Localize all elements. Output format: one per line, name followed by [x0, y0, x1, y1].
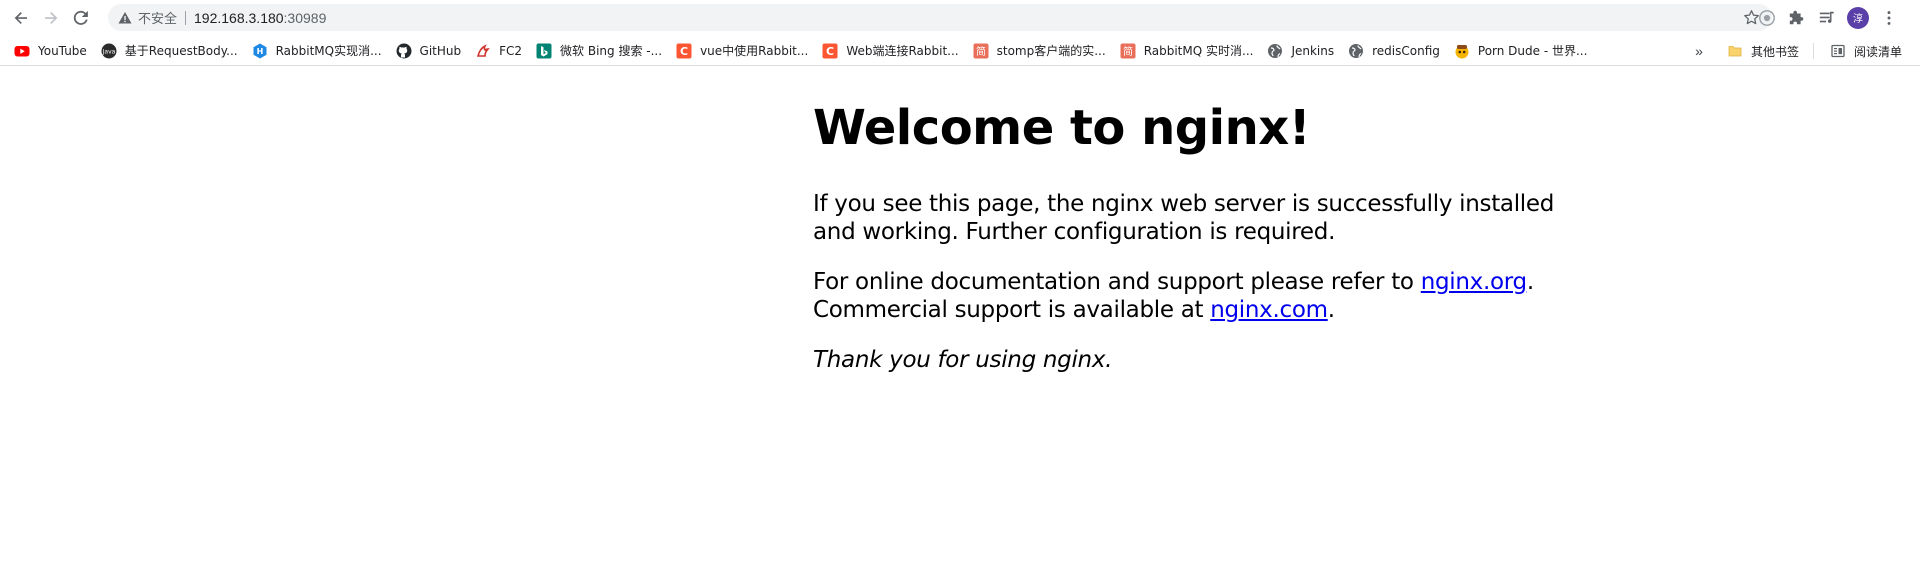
- bookmark-jenkins[interactable]: Jenkins: [1261, 39, 1340, 63]
- address-bar[interactable]: 不安全 192.168.3.180:30989: [108, 4, 1772, 31]
- svg-text:C: C: [680, 45, 688, 58]
- nginx-com-link[interactable]: nginx.com: [1210, 297, 1328, 323]
- bookmark-label: Porn Dude - 世界...: [1477, 44, 1588, 58]
- extension-badge-icon[interactable]: [1757, 8, 1777, 28]
- bookmark-label: Jenkins: [1291, 43, 1335, 58]
- media-queue-icon[interactable]: [1817, 8, 1837, 28]
- porndude-icon: [1454, 43, 1470, 59]
- profile-avatar[interactable]: 淳: [1847, 6, 1869, 29]
- bookmark-bing[interactable]: 微软 Bing 搜索 -...: [530, 39, 668, 63]
- bookmark-fc2[interactable]: FC2: [469, 39, 528, 63]
- bookmark-label: RabbitMQ 实时消...: [1143, 44, 1254, 58]
- support-paragraph: For online documentation and support ple…: [813, 268, 1563, 324]
- bookmark-label: Web端连接Rabbit...: [846, 44, 959, 58]
- support-text-dot: .: [1526, 269, 1534, 295]
- svg-text:简: 简: [976, 45, 986, 58]
- other-bookmarks-folder[interactable]: 其他书签: [1721, 39, 1805, 63]
- warning-triangle-icon[interactable]: [118, 11, 132, 25]
- page-title: Welcome to nginx!: [813, 100, 1311, 156]
- bookmarks-bar: YouTube Java 基于RequestBody... H RabbitMQ…: [0, 36, 1920, 66]
- globe-icon: [1348, 43, 1364, 59]
- url-host[interactable]: 192.168.3.180: [194, 10, 284, 26]
- nginx-org-link[interactable]: nginx.org: [1421, 269, 1527, 295]
- reading-list-button[interactable]: 阅读清单: [1824, 39, 1908, 63]
- bookmarks-right: » 其他书签 阅读清单: [1695, 39, 1908, 63]
- bookmark-porndude[interactable]: Porn Dude - 世界...: [1448, 39, 1594, 63]
- bookmark-stomp[interactable]: 简 stomp客户端的实...: [967, 39, 1112, 63]
- thanks-paragraph: Thank you for using nginx.: [813, 346, 1563, 374]
- page-content: Welcome to nginx! If you see this page, …: [813, 100, 1563, 374]
- bookmark-label: YouTube: [38, 43, 87, 58]
- commercial-text: Commercial support is available at: [813, 297, 1211, 323]
- bookmark-github[interactable]: GitHub: [390, 39, 468, 63]
- bookmarks-overflow-button[interactable]: »: [1695, 43, 1703, 59]
- arrow-right-icon: [45, 11, 58, 24]
- reload-icon: [73, 10, 88, 25]
- bookmark-requestbody[interactable]: Java 基于RequestBody...: [95, 39, 244, 63]
- kebab-menu-icon[interactable]: [1879, 8, 1899, 28]
- bookmark-youtube[interactable]: YouTube: [8, 39, 93, 63]
- forward-button[interactable]: [37, 4, 65, 32]
- commercial-text-dot: .: [1327, 297, 1335, 323]
- svg-text:H: H: [256, 47, 263, 56]
- bookmark-vue-rabbit[interactable]: C vue中使用Rabbit...: [670, 39, 814, 63]
- bookmark-label: GitHub: [419, 43, 462, 58]
- fc2-icon: [475, 43, 491, 59]
- bookmark-web-rabbit[interactable]: C Web端连接Rabbit...: [816, 39, 964, 63]
- svg-text:C: C: [826, 45, 834, 58]
- support-text: For online documentation and support ple…: [813, 269, 1421, 295]
- reading-list-icon: [1830, 43, 1846, 59]
- bookmarks-divider: [1812, 43, 1814, 59]
- extensions-area: 淳: [1757, 4, 1899, 31]
- bookmark-redisconfig[interactable]: redisConfig: [1342, 39, 1446, 63]
- bookmark-label: vue中使用Rabbit...: [700, 44, 809, 58]
- browser-toolbar: 不安全 192.168.3.180:30989 淳: [0, 0, 1920, 35]
- globe-icon: [1267, 43, 1283, 59]
- thanks-text: Thank you for using nginx.: [813, 347, 1113, 373]
- folder-icon: [1727, 43, 1743, 59]
- arrow-left-icon: [14, 11, 27, 24]
- hexagon-icon: H: [252, 43, 268, 59]
- jianshu-icon: 简: [1120, 43, 1136, 59]
- java-icon: Java: [101, 43, 117, 59]
- bookmark-label: 微软 Bing 搜索 -...: [560, 44, 663, 58]
- bookmark-rabbitmq-1[interactable]: H RabbitMQ实现消...: [246, 39, 388, 63]
- bookmark-rabbitmq-2[interactable]: 简 RabbitMQ 实时消...: [1114, 39, 1260, 63]
- bookmark-label: redisConfig: [1372, 43, 1440, 58]
- url-port[interactable]: :30989: [284, 10, 327, 26]
- github-icon: [396, 43, 412, 59]
- back-button[interactable]: [7, 4, 35, 32]
- security-label[interactable]: 不安全: [138, 8, 177, 27]
- reload-button[interactable]: [67, 4, 95, 32]
- csdn-icon: C: [822, 43, 838, 59]
- bookmark-label: 阅读清单: [1853, 44, 1902, 59]
- bookmark-label: stomp客户端的实...: [996, 44, 1106, 58]
- svg-text:简: 简: [1123, 45, 1133, 58]
- bookmark-label: 基于RequestBody...: [124, 44, 238, 58]
- bing-icon: [536, 43, 552, 59]
- omnibox-divider: [185, 10, 187, 25]
- intro-paragraph: If you see this page, the nginx web serv…: [813, 191, 1555, 245]
- puzzle-icon[interactable]: [1787, 8, 1807, 28]
- csdn-icon: C: [676, 43, 692, 59]
- jianshu-icon: 简: [973, 43, 989, 59]
- bookmark-label: FC2: [499, 43, 523, 58]
- bookmark-label: 其他书签: [1750, 44, 1799, 59]
- bookmark-label: RabbitMQ实现消...: [275, 44, 382, 58]
- svg-text:Java: Java: [101, 48, 115, 55]
- youtube-icon: [14, 43, 30, 59]
